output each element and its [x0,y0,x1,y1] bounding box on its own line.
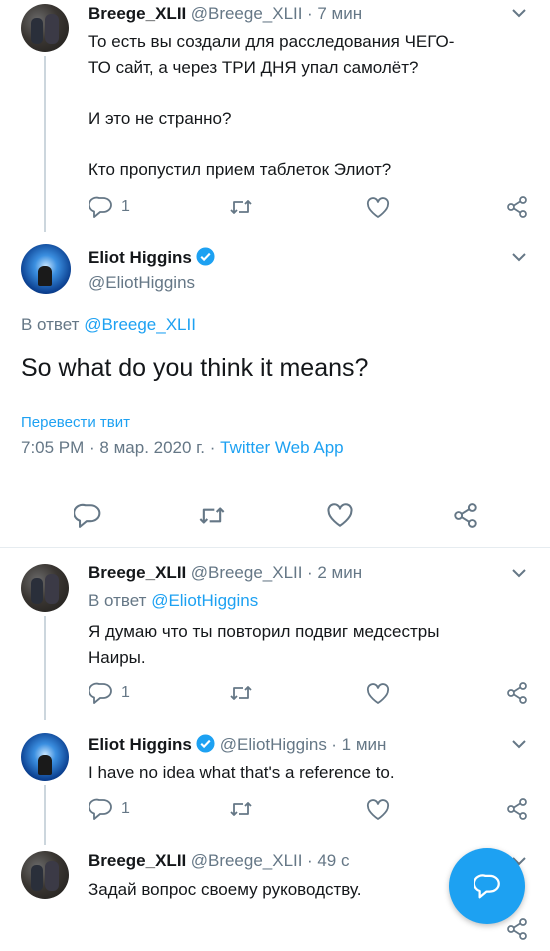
retweet-icon[interactable] [229,684,253,702]
chevron-down-icon[interactable] [511,737,527,755]
tweet-text: So what do you think it means? [21,354,369,382]
tweet-time[interactable]: · 49 с [307,851,350,870]
user-handle[interactable]: @Breege_XLII [191,563,303,582]
avatar[interactable] [21,4,69,52]
timestamp: 7:05 PM · 8 мар. 2020 г. · [21,438,221,457]
avatar[interactable] [21,244,71,294]
user-handle[interactable]: @Breege_XLII [191,4,303,23]
share-icon[interactable] [506,196,528,218]
divider [0,547,550,548]
share-icon[interactable] [506,798,528,820]
tweet-text-line: То есть вы создали для расследования ЧЕГ… [88,32,455,51]
display-name[interactable]: Breege_XLII [88,563,186,582]
reply-icon[interactable] [89,798,113,820]
like-icon[interactable] [366,197,390,219]
tweet-time[interactable]: · 2 мин [307,563,362,582]
reply-icon[interactable] [74,503,102,528]
retweet-icon[interactable] [229,198,253,216]
chevron-down-icon[interactable] [511,250,527,268]
like-icon[interactable] [366,683,390,705]
verified-icon [196,247,215,271]
tweet-header: Breege_XLII @Breege_XLII · 7 мин [88,4,362,24]
tweet-time[interactable]: · 7 мин [307,4,362,23]
reply-count: 1 [121,684,130,701]
share-icon[interactable] [453,503,478,528]
reply-count: 1 [121,800,130,817]
tweet-header: Eliot Higgins @EliotHiggins · 1 мин [88,734,386,758]
avatar[interactable] [21,733,69,781]
user-handle[interactable]: @EliotHiggins [220,735,327,754]
chevron-down-icon[interactable] [511,566,527,584]
avatar[interactable] [21,851,69,899]
reply-count: 1 [121,198,130,215]
retweet-icon[interactable] [229,800,253,818]
display-name[interactable]: Breege_XLII [88,851,186,870]
avatar[interactable] [21,564,69,612]
share-icon[interactable] [506,682,528,704]
thread-line [44,785,46,845]
tweet-header: Breege_XLII @Breege_XLII · 49 с [88,851,349,871]
reply-prefix: В ответ [21,315,80,334]
reply-context: В ответ @EliotHiggins [88,591,258,611]
reply-context: В ответ @Breege_XLII [21,315,196,335]
mention-link[interactable]: @Breege_XLII [84,315,196,334]
tweet-text-line: Я думаю что ты повторил подвиг медсестры [88,622,440,641]
retweet-icon[interactable] [198,505,226,526]
reply-icon[interactable] [89,682,113,704]
tweet-text-line: И это не странно? [88,109,232,128]
tweet-header: Eliot Higgins [88,247,215,271]
user-handle[interactable]: @EliotHiggins [88,273,195,293]
tweet-time[interactable]: · 1 мин [331,735,386,754]
mention-link[interactable]: @EliotHiggins [151,591,258,610]
tweet-meta: 7:05 PM · 8 мар. 2020 г. · Twitter Web A… [21,438,344,458]
reply-prefix: В ответ [88,591,147,610]
tweet-text: Задай вопрос своему руководству. [88,880,362,899]
chevron-down-icon[interactable] [511,6,527,24]
tweet-text: I have no idea what that's a reference t… [88,763,395,782]
translate-link[interactable]: Перевести твит [21,414,130,431]
display-name[interactable]: Breege_XLII [88,4,186,23]
tweet-text-line: Кто пропустил прием таблеток Элиот? [88,160,392,179]
tweet-header: Breege_XLII @Breege_XLII · 2 мин [88,563,362,583]
like-icon[interactable] [326,503,354,528]
tweet-text-line: Наиры. [88,648,146,667]
display-name[interactable]: Eliot Higgins [88,248,192,267]
display-name[interactable]: Eliot Higgins [88,735,192,754]
compose-reply-icon [474,874,500,899]
source-link[interactable]: Twitter Web App [220,438,343,457]
thread-line [44,616,46,720]
user-handle[interactable]: @Breege_XLII [191,851,303,870]
tweet-text-line: ТО сайт, а через ТРИ ДНЯ упал самолёт? [88,58,419,77]
reply-icon[interactable] [89,196,113,218]
like-icon[interactable] [366,799,390,821]
share-icon[interactable] [506,918,528,940]
thread-line [44,56,46,232]
compose-reply-button[interactable] [449,848,525,924]
verified-icon [196,734,215,758]
